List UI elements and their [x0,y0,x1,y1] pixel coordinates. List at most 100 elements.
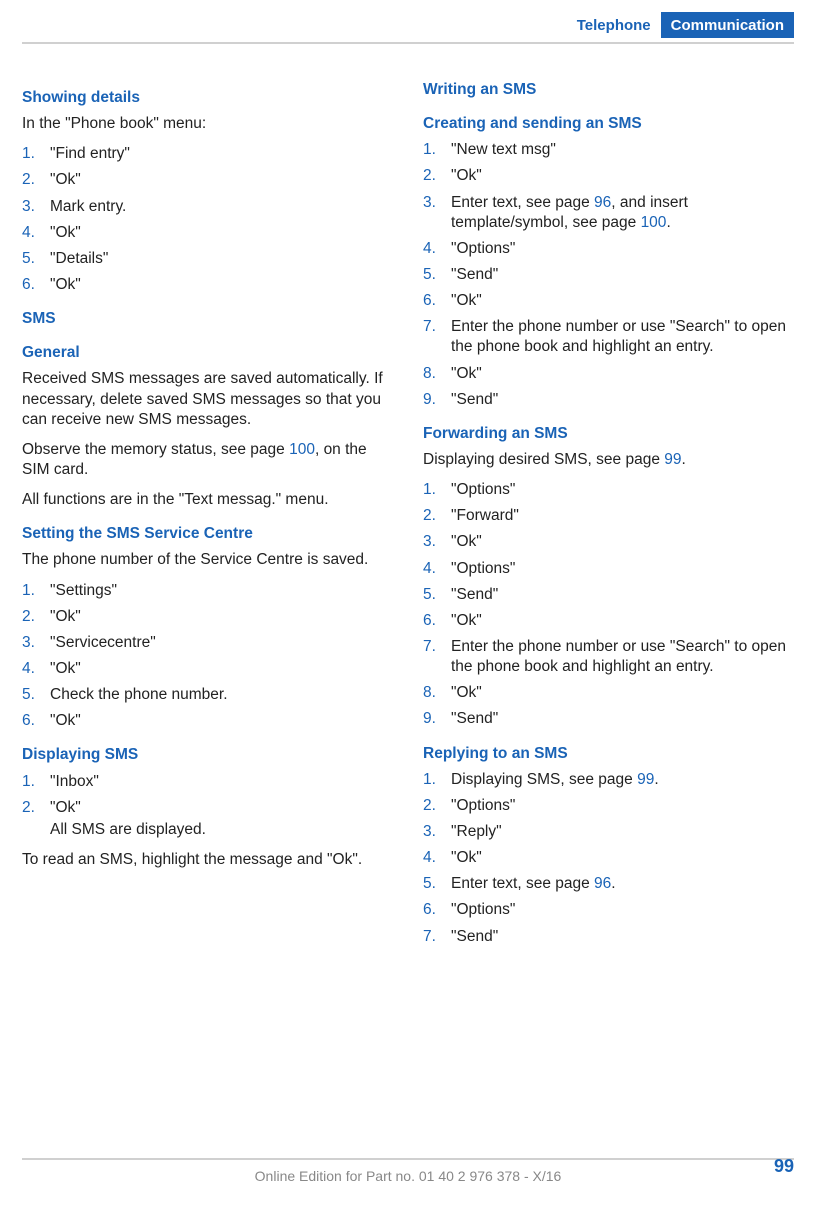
step-text: "Ok" [451,532,794,552]
step-text: "Ok" [50,607,393,627]
heading-showing-details: Showing details [22,88,393,108]
step-text: "Ok" [50,223,393,243]
step-text: "Send" [451,390,794,410]
text: . [682,451,686,468]
step-num: 6. [423,900,451,920]
step-num: 2. [22,607,50,627]
step-num: 8. [423,364,451,384]
step-num: 4. [423,848,451,868]
para-service-centre: The phone number of the Service Centre i… [22,550,393,570]
steps-showing-details: 1."Find entry" 2."Ok" 3.Mark entry. 4."O… [22,144,393,295]
step-num: 6. [423,291,451,311]
step-num: 2. [22,170,50,190]
step-text: "Send" [451,709,794,729]
text: Enter text, see page [451,194,594,211]
step-num: 5. [22,249,50,269]
step-num: 4. [423,559,451,579]
step-text: "Ok" [50,798,393,818]
step-text: "Ok" [50,170,393,190]
step-num: 6. [22,275,50,295]
footer-text: Online Edition for Part no. 01 40 2 976 … [22,1168,794,1184]
step-text: "Send" [451,265,794,285]
step-text: Displaying SMS, see page 99. [451,770,794,790]
footer: Online Edition for Part no. 01 40 2 976 … [22,1158,794,1184]
step-text: "Ok" [451,848,794,868]
step-num: 4. [423,239,451,259]
page-link-100[interactable]: 100 [641,214,667,231]
footer-rule [22,1158,794,1160]
heading-sms: SMS [22,309,393,329]
step-text: "Ok" [451,166,794,186]
steps-replying: 1. Displaying SMS, see page 99. 2."Optio… [423,770,794,947]
step-num: 2. [423,506,451,526]
heading-forwarding: Forwarding an SMS [423,424,794,444]
heading-writing-sms: Writing an SMS [423,80,794,100]
step-text: Enter the phone number or use "Search" t… [451,317,794,357]
step-text: "Find entry" [50,144,393,164]
step-num: 1. [423,140,451,160]
step-text: "Details" [50,249,393,269]
step-text: "Ok" [451,364,794,384]
heading-creating-sending: Creating and sending an SMS [423,114,794,134]
left-column: Showing details In the "Phone book" menu… [22,74,393,957]
para-general-2: Observe the memory status, see page 100,… [22,440,393,480]
step-text: "Options" [451,239,794,259]
step-num: 3. [22,197,50,217]
step-text: "Ok" [451,683,794,703]
intro-showing-details: In the "Phone book" menu: [22,114,393,134]
header-rule [22,42,794,44]
step-num: 9. [423,390,451,410]
page-link-96[interactable]: 96 [594,194,611,211]
step-num: 3. [423,532,451,552]
page-link-96[interactable]: 96 [594,875,611,892]
page-link-99[interactable]: 99 [637,771,654,788]
text: Observe the memory status, see page [22,441,289,458]
step-num: 1. [22,144,50,164]
heading-displaying-sms: Displaying SMS [22,745,393,765]
tab-telephone[interactable]: Telephone [567,12,661,38]
step-text: "Ok" [50,275,393,295]
step-num: 5. [22,685,50,705]
step-num: 1. [22,581,50,601]
step-text: Check the phone number. [50,685,393,705]
text: Displaying SMS, see page [451,771,637,788]
step-num: 1. [423,480,451,500]
para-displaying-sms: To read an SMS, highlight the message an… [22,850,393,870]
step-num: 2. [22,798,50,818]
step-num: 1. [423,770,451,790]
step-num: 3. [22,633,50,653]
step-num: 9. [423,709,451,729]
step-text: "New text msg" [451,140,794,160]
steps-forwarding: 1."Options" 2."Forward" 3."Ok" 4."Option… [423,480,794,729]
step-num: 4. [22,659,50,679]
page-link-99[interactable]: 99 [664,451,681,468]
step-num: 8. [423,683,451,703]
tab-communication[interactable]: Communication [661,12,794,38]
page: Telephone Communication Showing details … [0,0,816,1208]
step-num: 6. [22,711,50,731]
page-number: 99 [774,1156,794,1177]
step-text: "Ok" [50,659,393,679]
step-num: 2. [423,796,451,816]
text: Enter text, see page [451,875,594,892]
step-text: "Inbox" [50,772,393,792]
step-num: 7. [423,637,451,657]
step-num: 7. [423,927,451,947]
step-num: 1. [22,772,50,792]
text: . [611,875,615,892]
steps-creating-sending: 1."New text msg" 2."Ok" 3. Enter text, s… [423,140,794,410]
step-num: 4. [22,223,50,243]
page-link-100[interactable]: 100 [289,441,315,458]
step-text: Enter text, see page 96. [451,874,794,894]
step-text: "Ok" [451,611,794,631]
step-num: 5. [423,265,451,285]
step-text: "Send" [451,927,794,947]
step-text: "Servicecentre" [50,633,393,653]
step-num: 5. [423,585,451,605]
step-text: "Options" [451,796,794,816]
step-num: 3. [423,822,451,842]
right-column: Writing an SMS Creating and sending an S… [423,74,794,957]
para-forwarding: Displaying desired SMS, see page 99. [423,450,794,470]
step-text: "Ok" [50,711,393,731]
heading-replying: Replying to an SMS [423,744,794,764]
